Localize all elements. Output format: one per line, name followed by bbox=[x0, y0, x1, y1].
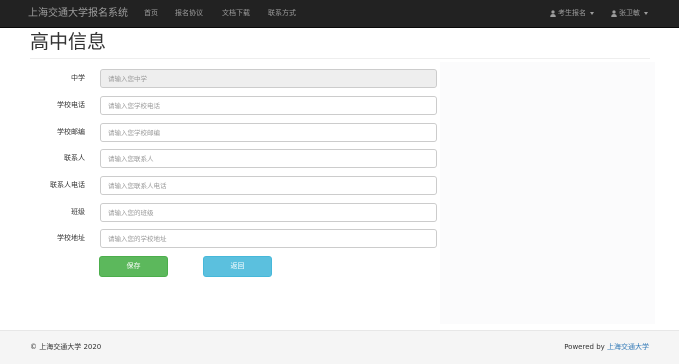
contact-input[interactable] bbox=[100, 149, 437, 168]
form-row-school-postcode: 学校邮编 bbox=[0, 123, 679, 142]
form-row-contact-phone: 联系人电话 bbox=[0, 176, 679, 195]
footer-copyright: © 上海交通大学 2020 bbox=[30, 343, 102, 351]
footer-powered-link[interactable]: 上海交通大学 bbox=[607, 343, 649, 351]
class-input[interactable] bbox=[100, 203, 437, 222]
user-icon bbox=[550, 10, 556, 17]
nav-dropdown-registration[interactable]: 考生报名 bbox=[550, 0, 594, 27]
chevron-down-icon bbox=[644, 12, 648, 15]
field-label-contact-phone: 联系人电话 bbox=[50, 181, 85, 189]
save-button[interactable]: 保存 bbox=[99, 256, 168, 277]
brand-title[interactable]: 上海交通大学报名系统 bbox=[28, 0, 128, 27]
nav-item-agreement[interactable]: 报名协议 bbox=[175, 0, 203, 27]
field-label-contact: 联系人 bbox=[64, 154, 85, 162]
title-divider bbox=[30, 58, 650, 59]
field-label-school-postcode: 学校邮编 bbox=[57, 128, 85, 136]
chevron-down-icon bbox=[590, 12, 594, 15]
footer-powered-prefix: Powered by bbox=[564, 343, 607, 351]
form-row-school-phone: 学校电话 bbox=[0, 96, 679, 115]
nav-dropdown-user-label: 张卫敏 bbox=[619, 9, 640, 17]
school-postcode-input[interactable] bbox=[100, 123, 437, 142]
page-title: 高中信息 bbox=[30, 31, 107, 53]
form-row-contact: 联系人 bbox=[0, 149, 679, 168]
form-row-school: 中学 bbox=[0, 69, 679, 88]
form-row-school-address: 学校地址 bbox=[0, 229, 679, 248]
nav-item-contact[interactable]: 联系方式 bbox=[268, 0, 296, 27]
school-input[interactable] bbox=[100, 69, 437, 88]
form-row-class: 班级 bbox=[0, 203, 679, 222]
field-label-class: 班级 bbox=[71, 208, 85, 216]
field-label-school: 中学 bbox=[71, 74, 85, 82]
footer: © 上海交通大学 2020 Powered by 上海交通大学 bbox=[0, 330, 679, 364]
nav-item-downloads[interactable]: 文档下载 bbox=[222, 0, 250, 27]
nav-item-home[interactable]: 首页 bbox=[144, 0, 158, 27]
user-icon bbox=[611, 10, 617, 17]
nav-dropdown-user[interactable]: 张卫敏 bbox=[611, 0, 648, 27]
contact-phone-input[interactable] bbox=[100, 176, 437, 195]
field-label-school-address: 学校地址 bbox=[57, 234, 85, 242]
footer-powered-by: Powered by 上海交通大学 bbox=[564, 331, 649, 364]
nav-dropdown-registration-label: 考生报名 bbox=[558, 9, 586, 17]
back-button[interactable]: 返回 bbox=[203, 256, 272, 277]
school-address-input[interactable] bbox=[100, 229, 437, 248]
field-label-school-phone: 学校电话 bbox=[57, 101, 85, 109]
school-phone-input[interactable] bbox=[100, 96, 437, 115]
top-navbar: 上海交通大学报名系统 首页 报名协议 文档下载 联系方式 考生报名 张卫敏 bbox=[0, 0, 679, 28]
